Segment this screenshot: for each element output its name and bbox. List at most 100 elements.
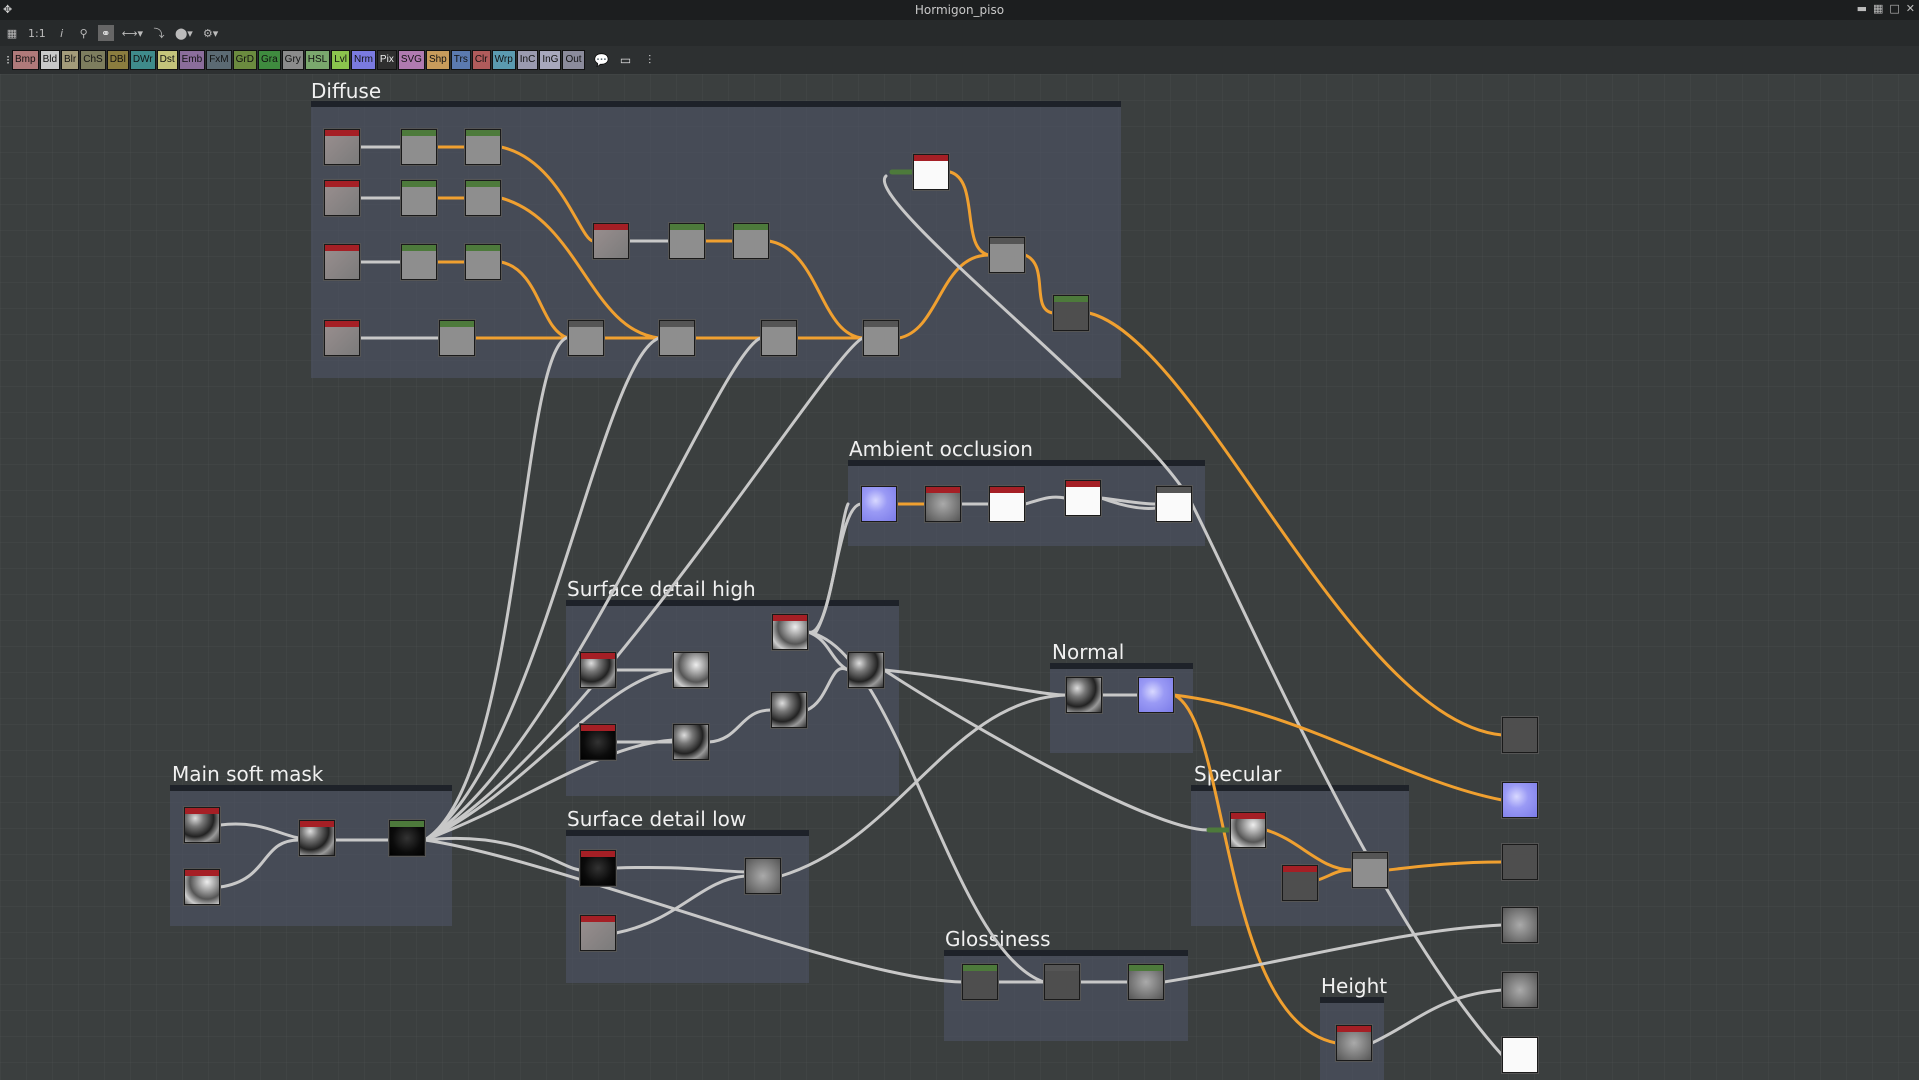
sdh-node-4[interactable] bbox=[771, 692, 807, 728]
sdl-node-3[interactable] bbox=[580, 915, 616, 951]
sdl-node-1[interactable] bbox=[580, 850, 616, 886]
gear-icon[interactable]: ⚙▾ bbox=[201, 25, 220, 41]
diffuse-blend-3[interactable] bbox=[761, 320, 797, 356]
library-button-ing[interactable]: InG bbox=[539, 50, 562, 70]
library-button-grd[interactable]: GrD bbox=[232, 50, 257, 70]
maximize-icon[interactable]: □ bbox=[1889, 2, 1899, 15]
library-button-pix[interactable]: Pix bbox=[376, 50, 397, 70]
gloss-node-2[interactable] bbox=[1044, 964, 1080, 1000]
library-button-hsl[interactable]: HSL bbox=[304, 50, 331, 70]
library-button-trs[interactable]: Trs bbox=[450, 50, 471, 70]
library-button-nrm[interactable]: Nrm bbox=[351, 50, 376, 70]
diffuse-node-r2-1[interactable] bbox=[324, 180, 360, 216]
tile-icon[interactable]: ▦ bbox=[1873, 2, 1883, 15]
diffuse-levels[interactable] bbox=[1053, 295, 1089, 331]
diffuse-node-r2-3[interactable] bbox=[465, 180, 501, 216]
diffuse-node-r3-1[interactable] bbox=[324, 244, 360, 280]
diffuse-node-mid-2[interactable] bbox=[669, 223, 705, 259]
diffuse-node-r4-2[interactable] bbox=[439, 320, 475, 356]
library-button-svg[interactable]: SVG bbox=[397, 50, 425, 70]
diffuse-blend-5[interactable] bbox=[989, 237, 1025, 273]
window-title: Hormigon_piso bbox=[914, 3, 1005, 17]
comment-icon[interactable]: 💬 bbox=[594, 52, 610, 68]
diffuse-blend-4[interactable] bbox=[863, 320, 899, 356]
library-button-dbl[interactable]: DBl bbox=[106, 50, 129, 70]
pin-node-icon[interactable]: ⫶ bbox=[642, 52, 658, 68]
output-specular[interactable] bbox=[1502, 844, 1538, 880]
output-normal[interactable] bbox=[1502, 782, 1538, 818]
library-button-out[interactable]: Out bbox=[562, 50, 585, 70]
msm-levels[interactable] bbox=[389, 820, 425, 856]
library-button-blr[interactable]: Blr bbox=[61, 50, 80, 70]
library-button-fxm[interactable]: FxM bbox=[206, 50, 232, 70]
library-button-gra[interactable]: Gra bbox=[258, 50, 281, 70]
frame-surface-detail-high[interactable] bbox=[566, 600, 899, 796]
diffuse-node-r2-2[interactable] bbox=[401, 180, 437, 216]
sdh-node-2[interactable] bbox=[673, 652, 709, 688]
layout-icon[interactable]: ▦ bbox=[4, 25, 20, 41]
library-button-dwr[interactable]: DWr bbox=[129, 50, 156, 70]
frame-ambient-occlusion[interactable] bbox=[848, 460, 1205, 546]
spec-node-2[interactable] bbox=[1282, 865, 1318, 901]
ao-node-5[interactable] bbox=[1156, 486, 1192, 522]
spec-blend[interactable] bbox=[1352, 852, 1388, 888]
library-button-inc[interactable]: InC bbox=[516, 50, 539, 70]
diffuse-node-mid-1[interactable] bbox=[593, 223, 629, 259]
output-ambient-occlusion[interactable] bbox=[1502, 1037, 1538, 1073]
spec-node-1[interactable] bbox=[1230, 812, 1266, 848]
diffuse-node-mid-3[interactable] bbox=[733, 223, 769, 259]
msm-noise-2[interactable] bbox=[184, 869, 220, 905]
sdh-noise-top[interactable] bbox=[772, 614, 808, 650]
output-diffuse[interactable] bbox=[1502, 717, 1538, 753]
diffuse-node-r3-3[interactable] bbox=[465, 244, 501, 280]
diffuse-node-r3-2[interactable] bbox=[401, 244, 437, 280]
library-button-dst[interactable]: Dst bbox=[156, 50, 178, 70]
info-button[interactable]: i bbox=[54, 25, 70, 41]
library-button-gry[interactable]: Gry bbox=[281, 50, 304, 70]
connection-style-icon[interactable]: ⟷▾ bbox=[120, 25, 145, 41]
link-icon[interactable]: ⚭ bbox=[97, 25, 114, 41]
diffuse-blend-2[interactable] bbox=[659, 320, 695, 356]
sdh-node-3[interactable] bbox=[848, 652, 884, 688]
ao-node-3[interactable] bbox=[989, 486, 1025, 522]
ao-node-4[interactable] bbox=[1065, 480, 1101, 516]
height-node[interactable] bbox=[1336, 1025, 1372, 1061]
window-controls: ▬ ▦ □ ✕ bbox=[1857, 2, 1915, 15]
diffuse-node-r1-1[interactable] bbox=[324, 129, 360, 165]
library-button-wrp[interactable]: Wrp bbox=[491, 50, 516, 70]
library-button-bld[interactable]: Bld bbox=[39, 50, 61, 70]
output-glossiness[interactable] bbox=[1502, 907, 1538, 943]
bake-icon[interactable]: ⬤▾ bbox=[173, 25, 195, 41]
frame-icon[interactable]: ▭ bbox=[618, 52, 634, 68]
library-button-bmp[interactable]: Bmp bbox=[12, 50, 39, 70]
normal-node-2[interactable] bbox=[1138, 677, 1174, 713]
ao-node-2[interactable] bbox=[925, 486, 961, 522]
library-button-shp[interactable]: Shp bbox=[425, 50, 450, 70]
zoom-1to1-button[interactable]: 1:1 bbox=[26, 25, 48, 41]
diffuse-node-r1-3[interactable] bbox=[465, 129, 501, 165]
sdh-noise-1[interactable] bbox=[580, 652, 616, 688]
search-icon[interactable]: ⚲ bbox=[76, 25, 92, 41]
library-button-emb[interactable]: Emb bbox=[178, 50, 206, 70]
diffuse-node-r4-1[interactable] bbox=[324, 320, 360, 356]
library-button-clr[interactable]: Clr bbox=[471, 50, 491, 70]
gloss-node-1[interactable] bbox=[962, 964, 998, 1000]
library-button-lvl[interactable]: Lvl bbox=[331, 50, 351, 70]
diffuse-node-r1-2[interactable] bbox=[401, 129, 437, 165]
gloss-node-3[interactable] bbox=[1128, 964, 1164, 1000]
output-height[interactable] bbox=[1502, 972, 1538, 1008]
diffuse-uniform-color[interactable] bbox=[913, 154, 949, 190]
normal-node-1[interactable] bbox=[1066, 677, 1102, 713]
library-button-chs[interactable]: ChS bbox=[80, 50, 106, 70]
pin-icon[interactable]: ▬ bbox=[1857, 2, 1867, 15]
msm-noise-1[interactable] bbox=[184, 807, 220, 843]
ao-normal-input[interactable] bbox=[861, 486, 897, 522]
msm-blend[interactable] bbox=[299, 820, 335, 856]
close-icon[interactable]: ✕ bbox=[1906, 2, 1915, 15]
sdh-noise-2[interactable] bbox=[580, 724, 616, 760]
sdl-node-2[interactable] bbox=[745, 858, 781, 894]
align-icon[interactable]: ⤵ bbox=[151, 25, 167, 41]
graph-toolbar: ▦ 1:1 i ⚲ ⚭ ⟷▾ ⤵ ⬤▾ ⚙▾ bbox=[0, 20, 1919, 46]
sdh-node-5[interactable] bbox=[673, 724, 709, 760]
diffuse-blend-1[interactable] bbox=[568, 320, 604, 356]
